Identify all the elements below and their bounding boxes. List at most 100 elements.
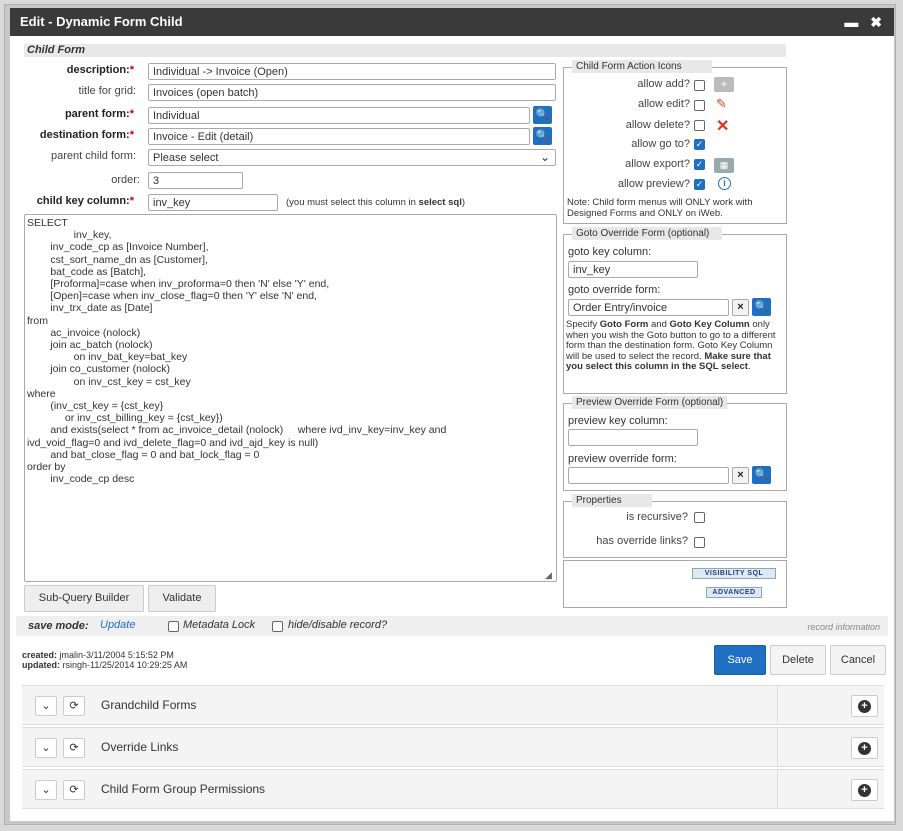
allow-preview-checkbox[interactable]: ✓ [694,179,705,190]
advanced-button[interactable]: ADVANCED [706,587,762,598]
close-icon: × [737,301,744,313]
order-input[interactable]: 3 [148,172,243,189]
delete-x-icon: ✕ [716,118,730,135]
cancel-button[interactable]: Cancel [830,645,886,675]
is-recursive-checkbox[interactable] [694,512,705,523]
properties-title: Properties [572,494,652,507]
close-icon[interactable]: ✖ [870,14,886,30]
title-input[interactable]: Invoices (open batch) [148,84,556,101]
accordion-label: Override Links [101,740,179,754]
save-mode-bar: save mode: Update Metadata Lock hide/dis… [16,616,888,636]
goto-form-search-button[interactable]: 🔍 [752,298,771,316]
child-key-hint: (you must select this column in select s… [286,197,466,208]
plus-icon: + [858,700,871,713]
close-icon: × [737,469,744,481]
search-icon: 🔍 [535,130,550,142]
chevron-down-icon[interactable]: ⌄ [35,738,57,758]
destination-form-search-button[interactable]: 🔍 [533,127,552,145]
save-button[interactable]: Save [714,645,766,675]
allow-edit-label: allow edit? [638,98,690,110]
plus-icon: + [858,742,871,755]
add-icon: + [714,77,734,92]
hide-disable-label: hide/disable record? [288,619,388,631]
refresh-icon[interactable]: ⟳ [63,696,85,716]
created-info: created: jmalin-3/11/2004 5:15:52 PM [22,650,174,660]
window-title: Edit - Dynamic Form Child [20,14,183,29]
properties-group [563,501,787,558]
record-information-link[interactable]: record information [807,622,880,632]
section-title: Child Form [24,44,786,57]
allow-goto-label: allow go to? [631,138,690,150]
metadata-lock-label: Metadata Lock [183,619,256,631]
accordion-divider [777,728,778,766]
allow-delete-checkbox[interactable] [694,120,705,131]
preview-form-input[interactable] [568,467,729,484]
allow-add-checkbox[interactable] [694,80,705,91]
search-icon: 🔍 [754,301,769,313]
accordion-override-links[interactable]: ⌄ ⟳ Override Links + [22,727,884,767]
sql-textarea[interactable]: SELECT inv_key, inv_code_cp as [Invoice … [24,214,557,582]
resize-handle-icon[interactable]: ◢ [545,570,552,581]
accordion-group-permissions[interactable]: ⌄ ⟳ Child Form Group Permissions + [22,769,884,809]
action-icons-note: Note: Child form menus will ONLY work wi… [567,197,753,219]
goto-form-input[interactable]: Order Entry/invoice [568,299,729,316]
allow-add-label: allow add? [637,78,690,90]
metadata-lock-checkbox[interactable] [168,621,179,632]
accordion-divider [777,770,778,808]
accordion-divider [777,686,778,724]
title-label: title for grid: [78,85,136,97]
parent-child-label: parent child form: [51,150,136,162]
allow-delete-label: allow delete? [625,119,690,131]
add-button[interactable]: + [851,695,878,717]
destination-form-input[interactable]: Invoice - Edit (detail) [148,128,530,145]
goto-key-input[interactable]: inv_key [568,261,698,278]
preview-form-search-button[interactable]: 🔍 [752,466,771,484]
validate-button[interactable]: Validate [148,585,216,612]
hide-disable-checkbox[interactable] [272,621,283,632]
refresh-icon[interactable]: ⟳ [63,738,85,758]
refresh-icon[interactable]: ⟳ [63,780,85,800]
save-mode-value: Update [100,619,136,631]
parent-form-label: parent form:* [64,108,134,120]
allow-goto-checkbox[interactable]: ✓ [694,139,705,150]
search-icon: 🔍 [535,109,550,121]
allow-export-label: allow export? [625,158,690,170]
child-key-input[interactable]: inv_key [148,194,278,211]
description-input[interactable]: Individual -> Invoice (Open) [148,63,556,80]
window-titlebar: Edit - Dynamic Form Child ▬ ✖ [10,8,894,36]
add-button[interactable]: + [851,779,878,801]
subquery-builder-button[interactable]: Sub-Query Builder [24,585,144,612]
parent-child-select[interactable]: Please select ⌄ [148,149,556,166]
allow-export-checkbox[interactable]: ✓ [694,159,705,170]
has-override-links-label: has override links? [596,535,688,547]
preview-key-input[interactable] [568,429,698,446]
search-icon: 🔍 [754,469,769,481]
has-override-links-checkbox[interactable] [694,537,705,548]
delete-button[interactable]: Delete [770,645,826,675]
preview-form-clear-button[interactable]: × [732,467,749,484]
accordion-grandchild-forms[interactable]: ⌄ ⟳ Grandchild Forms + [22,685,884,725]
preview-override-title: Preview Override Form (optional) [572,396,727,409]
export-grid-icon: ▦ [714,158,734,173]
goto-override-title: Goto Override Form (optional) [572,227,722,240]
chevron-down-icon[interactable]: ⌄ [35,696,57,716]
visibility-sql-button[interactable]: VISIBILITY SQL [692,568,776,579]
preview-form-label: preview override form: [568,453,677,465]
destination-form-label: destination form:* [39,129,134,141]
plus-icon: + [858,784,871,797]
add-button[interactable]: + [851,737,878,759]
goto-form-clear-button[interactable]: × [732,299,749,316]
allow-edit-checkbox[interactable] [694,100,705,111]
updated-info: updated: rsingh-11/25/2014 10:29:25 AM [22,660,188,670]
order-label: order: [111,174,140,186]
parent-form-search-button[interactable]: 🔍 [533,106,552,124]
description-label: description:* [66,64,134,76]
accordion-label: Grandchild Forms [101,698,197,712]
save-mode-label: save mode: [28,620,89,632]
parent-form-input[interactable]: Individual [148,107,530,124]
chevron-down-icon[interactable]: ⌄ [35,780,57,800]
goto-help-text: Specify Goto Form and Goto Key Column on… [566,319,776,372]
allow-preview-label: allow preview? [617,178,690,190]
dialog-content: Child Form description:* Individual -> I… [10,36,894,821]
minimize-icon[interactable]: ▬ [844,14,862,30]
